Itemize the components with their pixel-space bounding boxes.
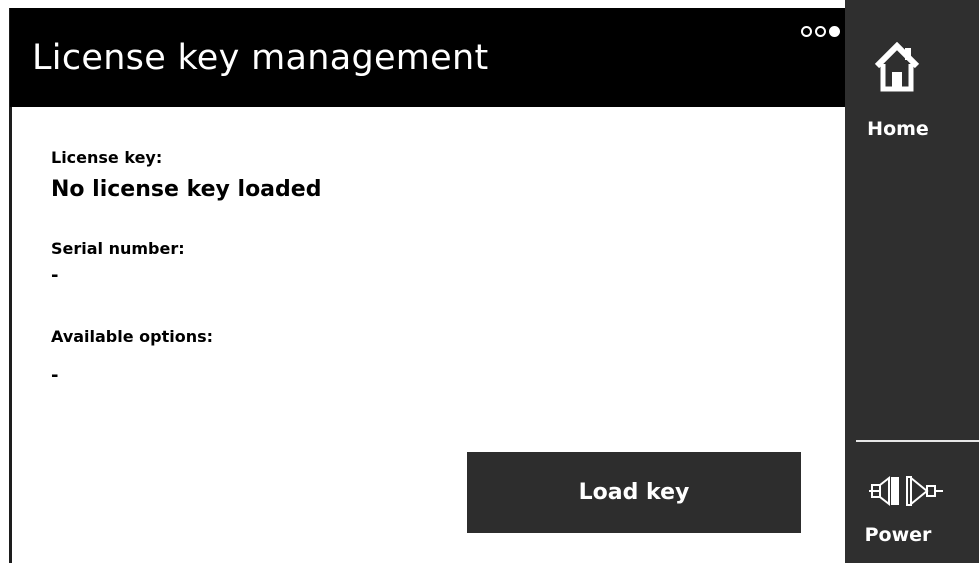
available-options-value: - (51, 365, 59, 386)
left-margin (0, 0, 9, 563)
main-content: License key: No license key loaded Seria… (12, 107, 845, 563)
license-key-label: License key: (51, 148, 163, 167)
page-indicator (801, 26, 840, 37)
power-button[interactable]: Power (845, 442, 979, 563)
home-icon (874, 42, 920, 92)
power-plug-icon (869, 475, 943, 507)
page-dot-1 (801, 26, 812, 37)
available-options-label: Available options: (51, 327, 214, 346)
power-label: Power (864, 524, 932, 546)
load-key-button[interactable]: Load key (467, 452, 801, 533)
app-window: License key management License key: No l… (0, 0, 979, 563)
serial-number-value: - (51, 265, 59, 286)
sidebar: Home Power (845, 0, 979, 563)
home-label: Home (867, 118, 929, 140)
home-button[interactable]: Home (845, 0, 979, 160)
serial-number-label: Serial number: (51, 239, 185, 258)
license-key-value: No license key loaded (51, 177, 322, 202)
page-dot-3-active (829, 26, 840, 37)
title-bar: License key management (10, 8, 845, 107)
page-dot-2 (815, 26, 826, 37)
page-title: License key management (32, 38, 489, 78)
